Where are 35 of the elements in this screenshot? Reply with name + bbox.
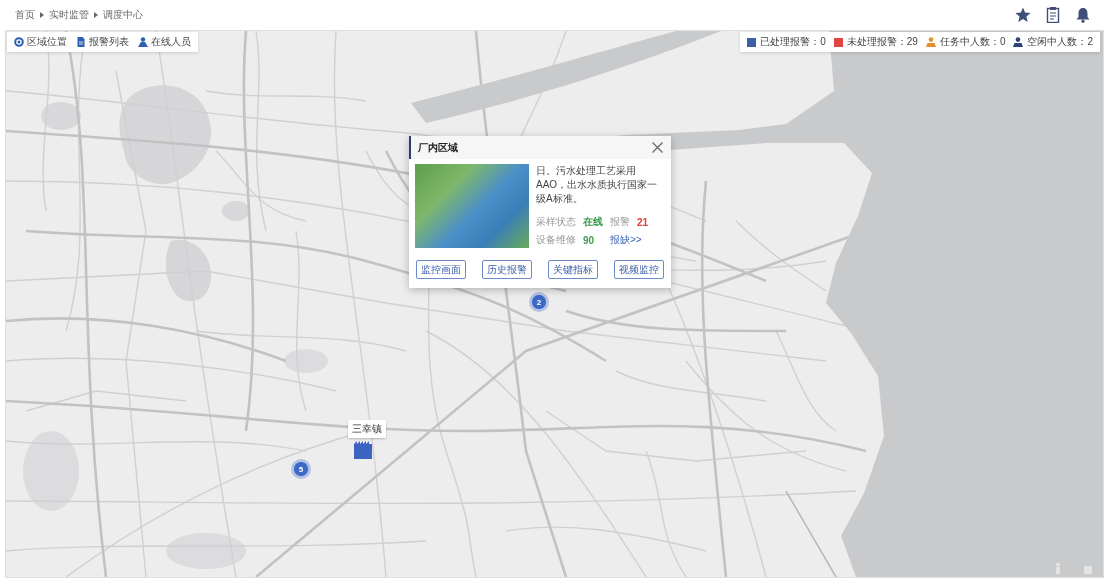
breadcrumb-link[interactable]: 实时监管 [49,8,89,22]
legend-label: 空闲中人数：2 [1027,35,1093,49]
cluster-marker[interactable]: 5 [291,459,311,479]
legend-label: 未处理报警：29 [846,35,918,49]
stat-value: 在线 [583,215,603,229]
popup-description: 日。污水处理工艺采用AAO，出水水质执行国家一级A标准。 [536,164,659,206]
stat-value: 21 [637,216,649,228]
cluster-marker[interactable]: 2 [529,292,549,312]
stat-label: 采样状态 [536,215,576,229]
popup-button[interactable]: 关键指标 [548,260,598,279]
toolbar-button[interactable]: 在线人员 [138,35,191,49]
popup-title: 厂内区域 [418,140,458,155]
marker-label: 三幸镇 [348,420,386,438]
popup-button[interactable]: 历史报警 [482,260,532,279]
chevron-icon [40,12,44,18]
toolbar-button[interactable]: 报警列表 [76,35,129,49]
clipboard-icon[interactable] [1045,7,1061,23]
breadcrumb-link[interactable]: 调度中心 [103,8,143,22]
detail-link[interactable]: 报缺>> [610,233,649,247]
document-icon [76,37,86,47]
person-icon [138,37,148,47]
breadcrumb-link[interactable]: 首页 [15,8,35,22]
legend-label: 已处理报警：0 [760,35,826,49]
stat-label: 设备维修 [536,233,576,247]
popup-button[interactable]: 监控画面 [416,260,466,279]
legend-label: 任务中人数：0 [939,35,1006,49]
chevron-icon [94,12,98,18]
target-icon [14,37,24,47]
stat-value: 90 [583,234,596,246]
bell-icon[interactable] [1075,7,1091,23]
popup-button[interactable]: 视频监控 [614,260,664,279]
toolbar-button[interactable]: 区域位置 [14,35,67,49]
stat-label: 报警 [610,215,630,229]
star-icon[interactable] [1015,7,1031,23]
close-icon[interactable] [652,142,663,153]
